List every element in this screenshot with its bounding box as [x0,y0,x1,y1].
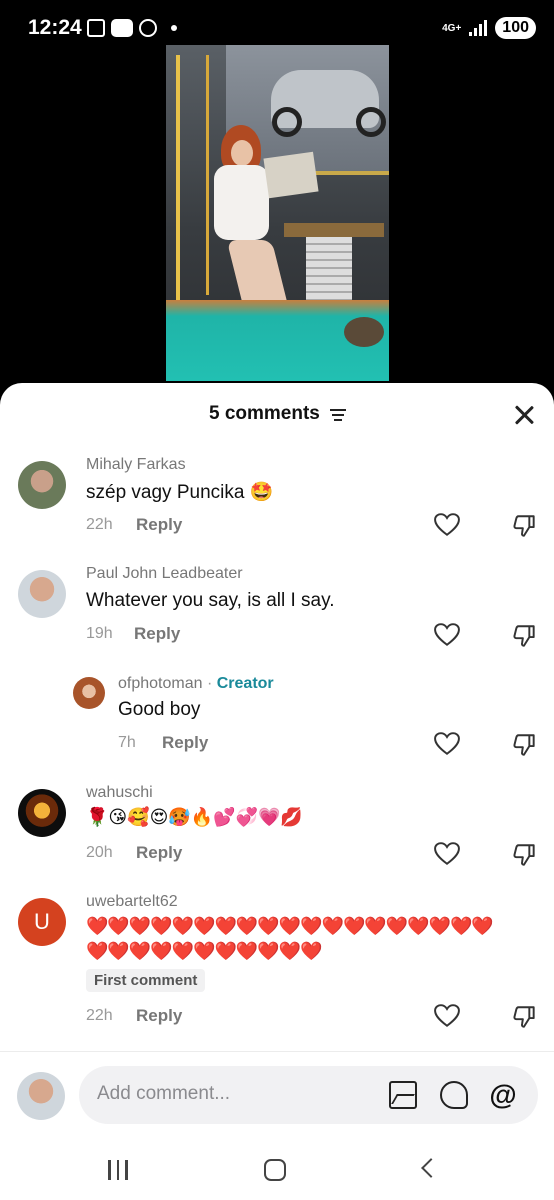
my-avatar [17,1072,65,1120]
comment-time: 7h [118,734,136,751]
comment-time: 20h [86,844,113,861]
notification-icons [87,19,177,37]
like-heart-icon[interactable] [434,623,460,647]
comment-username[interactable]: wahuschi [86,784,153,802]
avatar[interactable] [18,570,66,618]
sort-filter-icon[interactable] [330,409,346,421]
dislike-icon[interactable] [512,623,538,649]
image-icon[interactable] [389,1081,417,1109]
battery-icon: 100 [495,17,536,39]
comment-text: ❤️❤️❤️❤️❤️❤️❤️❤️❤️❤️❤️❤️❤️❤️❤️❤️❤️❤️❤️ [86,916,494,936]
first-comment-badge: First comment [86,969,206,992]
comments-count-title: 5 comments [209,403,320,424]
avatar[interactable] [18,789,66,837]
like-heart-icon[interactable] [434,732,460,756]
creator-tag: Creator [216,675,274,692]
comment-text-continued: ❤️❤️❤️❤️❤️❤️❤️❤️❤️❤️❤️ [86,941,323,961]
reply-button[interactable]: Reply [136,843,182,863]
dislike-icon[interactable] [512,842,538,868]
like-heart-icon[interactable] [434,513,460,537]
signal-icon [469,20,488,36]
whatsapp-icon [139,19,157,37]
close-icon[interactable] [510,401,538,429]
composer-divider [0,1051,554,1052]
comments-header: 5 comments [0,383,554,445]
comment-text: Good boy [118,699,201,720]
post-image[interactable] [166,45,389,381]
comment-time: 19h [86,625,113,642]
avatar[interactable] [18,461,66,509]
back-icon[interactable] [421,1158,441,1178]
like-heart-icon[interactable] [434,1004,460,1028]
separator-dot: · [202,675,217,692]
reply-button[interactable]: Reply [136,1006,182,1026]
more-notifications-icon [171,25,177,31]
system-icons: 4G+ 100 [442,17,536,39]
recents-icon[interactable] [108,1160,132,1180]
comment-text: Whatever you say, is all I say. [86,590,335,611]
comment-time: 22h [86,1007,113,1024]
comment-input[interactable]: Add comment... @ [79,1066,538,1124]
comment-username[interactable]: uwebartelt62 [86,893,178,911]
system-navigation-bar [0,1140,554,1200]
comment-text: 🌹😘🥰😍🥵🔥💕💞💗💋 [86,807,303,827]
news-icon [111,19,133,37]
comment-username[interactable]: Mihaly Farkas [86,456,186,474]
comment-username[interactable]: ofphotoman · Creator [118,675,274,693]
network-type: 4G+ [442,22,462,34]
comment-text: szép vagy Puncika 🤩 [86,482,274,503]
calendar-icon [87,19,105,37]
dislike-icon[interactable] [512,1004,538,1030]
reply-button[interactable]: Reply [136,515,182,535]
avatar[interactable] [73,677,105,709]
reply-button[interactable]: Reply [134,624,180,644]
comment-input-placeholder: Add comment... [97,1083,231,1104]
username-text[interactable]: ofphotoman [118,675,203,692]
comment-time: 22h [86,516,113,533]
dislike-icon[interactable] [512,732,538,758]
dislike-icon[interactable] [512,513,538,539]
status-time: 12:24 [28,16,82,39]
comment-username[interactable]: Paul John Leadbeater [86,565,243,583]
sticker-icon[interactable] [440,1081,468,1109]
home-icon[interactable] [264,1159,286,1181]
like-heart-icon[interactable] [434,842,460,866]
avatar[interactable]: U [18,898,66,946]
mention-at-icon[interactable]: @ [489,1081,517,1109]
reply-button[interactable]: Reply [162,733,208,753]
